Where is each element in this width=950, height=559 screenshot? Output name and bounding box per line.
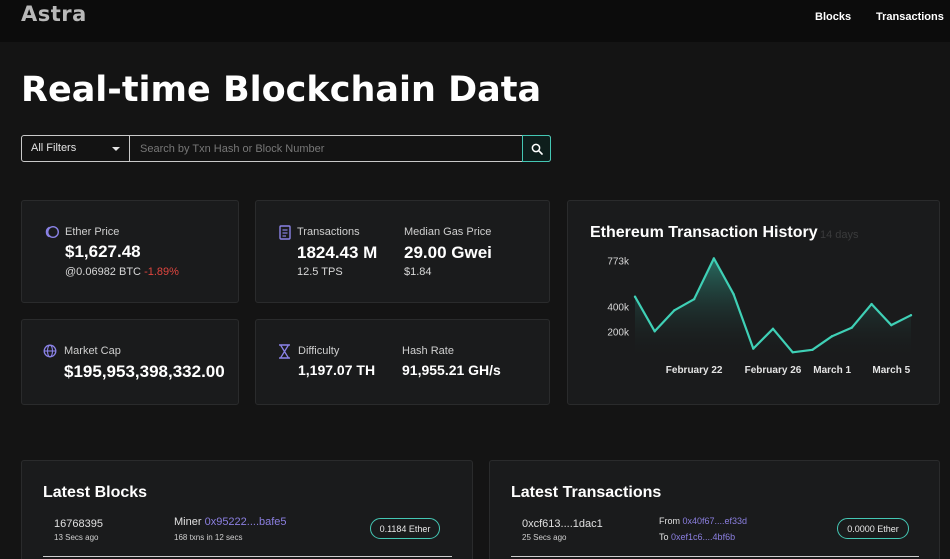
from-address-link[interactable]: 0x40f67....ef33d	[683, 516, 748, 526]
transaction-history-chart: 773k 400k 200k February 22 February 26 March…	[607, 257, 913, 376]
chart-point	[830, 335, 834, 338]
ether-price-btc-value: @0.06982 BTC	[65, 266, 141, 278]
chart-y-tick-label: 200k	[607, 327, 630, 338]
txn-from: From 0x40f67....ef33d	[659, 516, 747, 526]
chart-point	[752, 347, 755, 350]
chart-point	[771, 327, 775, 331]
from-label: From	[659, 516, 680, 526]
market-cap-value: $195,953,398,332.00	[64, 362, 225, 381]
latest-transactions-title: Latest Transactions	[511, 484, 662, 501]
block-number-link[interactable]: 16768395	[54, 518, 103, 530]
to-label: To	[659, 532, 669, 542]
chart-x-tick-label: March 5	[872, 365, 910, 376]
txn-to: To 0xef1c6....4bf6b	[659, 532, 735, 542]
chart-point	[712, 257, 716, 260]
block-txn-count: 168 txns in 12 secs	[174, 533, 243, 542]
transactions-value: 1824.43 M	[297, 243, 378, 262]
hash-rate-label: Hash Rate	[402, 345, 454, 357]
row-divider	[43, 556, 452, 557]
chart-point	[633, 295, 637, 298]
chart-y-tick-label: 773k	[607, 257, 630, 268]
chart-point	[909, 314, 913, 317]
search-bar: All Filters	[21, 135, 551, 162]
market-cap-label: Market Cap	[64, 345, 121, 357]
block-reward-badge: 0.1184 Ether	[370, 518, 440, 539]
block-miner: Miner 0x95222....bafe5	[174, 516, 287, 528]
ether-coin-icon	[45, 225, 60, 239]
ether-price-btc: @0.06982 BTC -1.89%	[65, 266, 179, 278]
median-gas-value: 29.00 Gwei	[404, 243, 492, 262]
transaction-history-card: Ethereum Transaction History 14 days 773…	[567, 200, 940, 405]
hourglass-icon	[279, 344, 290, 359]
search-input[interactable]	[131, 136, 522, 161]
median-gas-usd: $1.84	[404, 266, 432, 278]
hash-rate-value: 91,955.21 GH/s	[402, 362, 501, 378]
top-navbar: Astra Blocks Transactions	[0, 0, 950, 42]
miner-label: Miner	[174, 516, 202, 528]
latest-blocks-title: Latest Blocks	[43, 484, 148, 501]
page-title: Real-time Blockchain Data	[21, 70, 542, 110]
ether-price-change: -1.89%	[144, 266, 179, 278]
chart-point	[870, 302, 873, 306]
ether-price-card: Ether Price $1,627.48 @0.06982 BTC -1.89…	[21, 200, 239, 303]
to-address-link[interactable]: 0xef1c6....4bf6b	[671, 532, 735, 542]
chart-x-tick-label: February 26	[745, 365, 802, 376]
transactions-label: Transactions	[297, 226, 360, 238]
ether-price-label: Ether Price	[65, 226, 120, 238]
latest-transactions-panel: Latest Transactions 0xcf613....1dac1 25 …	[489, 460, 940, 559]
chart-point	[890, 323, 893, 327]
astra-logo[interactable]: Astra	[21, 2, 87, 26]
transactions-tps: 12.5 TPS	[297, 266, 343, 278]
ether-price-value: $1,627.48	[65, 242, 141, 261]
chart-x-tick-label: February 22	[666, 365, 723, 376]
txn-age: 25 Secs ago	[522, 533, 567, 542]
chart-point	[692, 297, 696, 301]
difficulty-value: 1,197.07 TH	[298, 362, 376, 378]
miner-address-link[interactable]: 0x95222....bafe5	[205, 516, 287, 528]
difficulty-label: Difficulty	[298, 345, 340, 357]
nav-link-blocks[interactable]: Blocks	[815, 11, 851, 23]
chart-x-tick-label: March 1	[813, 365, 851, 376]
search-button[interactable]	[522, 135, 551, 162]
median-gas-label: Median Gas Price	[404, 226, 492, 238]
filter-dropdown[interactable]: All Filters	[22, 136, 130, 161]
block-age: 13 Secs ago	[54, 533, 99, 542]
txn-value-badge: 0.0000 Ether	[837, 518, 909, 539]
row-divider	[511, 556, 919, 557]
filter-dropdown-label: All Filters	[31, 142, 77, 154]
transactions-card: Transactions 1824.43 M 12.5 TPS Median G…	[255, 200, 550, 303]
chart-y-tick-label: 400k	[607, 303, 630, 314]
difficulty-card: Difficulty 1,197.07 TH Hash Rate 91,955.…	[255, 319, 550, 405]
chart-point	[811, 348, 814, 352]
chart-point	[791, 351, 794, 354]
globe-icon	[43, 344, 57, 358]
market-cap-card: Market Cap $195,953,398,332.00	[21, 319, 239, 405]
chart-point	[850, 326, 854, 329]
latest-blocks-panel: Latest Blocks 16768395 13 Secs ago Miner…	[21, 460, 473, 559]
chart-point	[732, 293, 735, 296]
txn-hash-link[interactable]: 0xcf613....1dac1	[522, 518, 603, 530]
search-icon	[531, 143, 543, 155]
caret-down-icon	[112, 147, 120, 151]
nav-link-transactions[interactable]: Transactions	[876, 11, 944, 23]
receipt-icon	[279, 225, 291, 240]
chart-point	[673, 309, 676, 312]
chart-point	[653, 330, 656, 333]
